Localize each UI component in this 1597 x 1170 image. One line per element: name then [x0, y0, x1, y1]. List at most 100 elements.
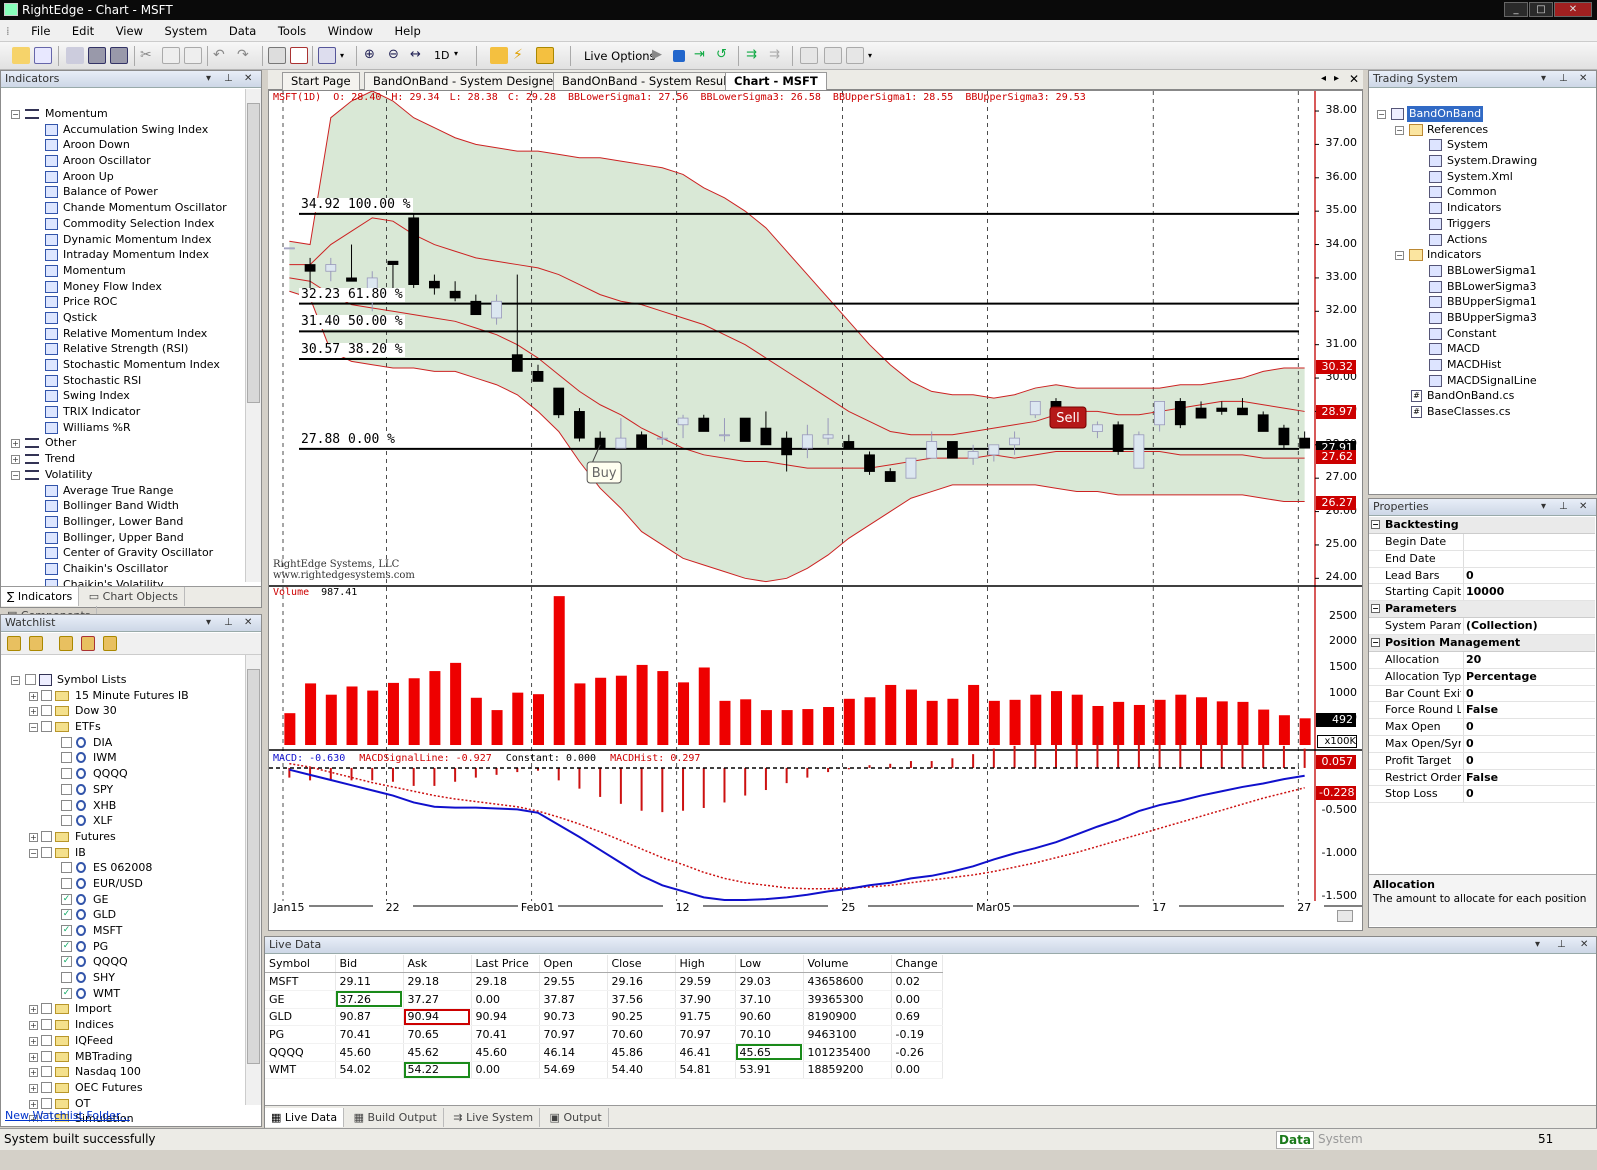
property-category[interactable]: − Position Management [1369, 634, 1595, 652]
volume-bar[interactable] [657, 671, 669, 745]
property-row[interactable]: Starting Capita 10000 [1369, 584, 1595, 602]
property-row[interactable]: Restrict Orders False [1369, 769, 1595, 787]
candle[interactable] [905, 457, 917, 479]
tab-close-icon[interactable]: ✕ [1349, 72, 1359, 86]
candle[interactable] [553, 387, 565, 416]
indicator-group[interactable]: − Momentum [1, 106, 245, 122]
indicator-item[interactable]: Aroon Oscillator [1, 153, 245, 169]
symbol-checkbox[interactable]: ✓ [61, 956, 72, 968]
candle[interactable] [615, 437, 627, 449]
symbol-checkbox[interactable] [61, 752, 72, 764]
save-icon[interactable] [66, 47, 84, 64]
panel-dropdown-icon[interactable]: ▾ [206, 615, 211, 631]
expand-icon[interactable]: + [29, 1036, 38, 1046]
system-tree-item[interactable]: System [1369, 137, 1596, 153]
new-watchlist-folder-link[interactable]: New Watchlist Folder... [5, 1109, 130, 1122]
indicator-item[interactable]: Bollinger Band Width [1, 498, 245, 514]
candle[interactable] [304, 264, 316, 272]
property-row[interactable]: Lead Bars 0 [1369, 567, 1595, 585]
volume-bar[interactable] [450, 662, 462, 745]
new-icon[interactable] [12, 47, 30, 64]
system-tree-item[interactable]: BBUpperSigma3 [1369, 310, 1596, 326]
expand-icon[interactable]: + [29, 1005, 38, 1015]
property-value[interactable] [1463, 550, 1466, 567]
collapse-icon[interactable]: − [11, 676, 20, 685]
system-tree-item[interactable]: BBUpperSigma1 [1369, 294, 1596, 310]
system-tree-item[interactable]: Actions [1369, 232, 1596, 248]
indicator-item[interactable]: Center of Gravity Oscillator [1, 545, 245, 561]
stop-icon[interactable] [673, 50, 685, 62]
symbol-checkbox[interactable] [61, 799, 72, 811]
watchlist-folder[interactable]: + Nasdaq 100 [1, 1064, 245, 1080]
print-preview-icon[interactable] [290, 47, 308, 64]
add-symbol-icon[interactable] [7, 636, 21, 651]
watchlist-symbol[interactable]: IWM [1, 750, 245, 766]
candle[interactable] [926, 441, 938, 459]
trigger-icon[interactable]: ⚡ [513, 47, 531, 64]
candle[interactable] [801, 434, 813, 449]
volume-bar[interactable] [678, 682, 690, 745]
watchlist-folder[interactable]: + OEC Futures [1, 1080, 245, 1096]
symbol-checkbox[interactable] [61, 783, 72, 795]
checkbox[interactable] [41, 705, 52, 717]
candle[interactable] [739, 417, 751, 442]
tab-system-results[interactable]: BandOnBand - System Results [553, 72, 746, 90]
candle[interactable] [1237, 407, 1248, 416]
watchlist-folder[interactable]: + Import [1, 1001, 245, 1017]
candle[interactable] [1029, 401, 1041, 416]
expand-icon[interactable]: + [29, 707, 38, 717]
data-status-indicator[interactable]: Data [1276, 1131, 1314, 1149]
volume-bar[interactable] [1237, 701, 1249, 745]
table-row[interactable]: MSFT 29.11 29.18 29.18 29.55 29.16 29.59 29.03 4… [265, 972, 943, 991]
symbol-checkbox[interactable] [61, 862, 72, 874]
property-value[interactable]: 0 [1463, 786, 1474, 803]
collapse-icon[interactable]: − [11, 110, 20, 119]
property-row[interactable]: System Parame(Collection) [1369, 618, 1595, 635]
collapse-icon[interactable]: − [1371, 520, 1380, 529]
refresh-icon[interactable]: ↺ [716, 47, 734, 64]
candle[interactable] [822, 434, 834, 439]
collapse-icon[interactable]: − [1377, 110, 1386, 119]
watchlist-folder[interactable]: + Futures [1, 829, 245, 845]
expand-icon[interactable]: + [11, 455, 20, 465]
checkbox[interactable] [41, 1066, 52, 1078]
tab-indicators[interactable]: ∑ Indicators [1, 587, 80, 606]
property-row[interactable]: Stop Loss 0 [1369, 786, 1595, 804]
add-list-icon[interactable] [29, 636, 43, 651]
chart-scrollbar-thumb[interactable] [1337, 910, 1353, 922]
candle[interactable] [511, 354, 523, 372]
watchlist-folder[interactable]: − IB [1, 845, 245, 861]
property-value[interactable] [1463, 534, 1466, 550]
collapse-icon[interactable]: − [1371, 637, 1380, 647]
candle[interactable] [1299, 437, 1311, 449]
watchlist-folder[interactable]: +15 Minute Futures IB [1, 688, 245, 704]
checkbox[interactable] [41, 689, 52, 701]
watchlist-symbol[interactable]: ✓ QQQQ [1, 954, 245, 970]
chart-svg[interactable]: Buy Sell [269, 91, 1362, 930]
property-row[interactable]: Allocation Type Percentage [1369, 668, 1595, 686]
volume-bar[interactable] [1009, 699, 1021, 745]
watchlist-symbol[interactable]: ✓ GE [1, 892, 245, 908]
checkbox[interactable] [25, 674, 36, 685]
table-row[interactable]: WMT 54.02 54.22 0.00 54.69 54.40 54.81 53.91 188… [265, 1061, 943, 1080]
candle[interactable] [947, 441, 958, 459]
volume-bar[interactable] [512, 692, 524, 745]
property-row[interactable]: Begin Date [1369, 534, 1595, 551]
print-icon[interactable] [268, 47, 286, 64]
volume-bar[interactable] [781, 710, 793, 745]
volume-bar[interactable] [947, 698, 959, 745]
volume-bar[interactable] [823, 707, 835, 745]
panel-close-icon[interactable]: ✕ [1579, 71, 1587, 87]
expand-icon[interactable]: + [29, 1099, 38, 1109]
indicator-item[interactable]: Dynamic Momentum Index [1, 232, 245, 248]
property-row[interactable]: Max Open 0 [1369, 719, 1595, 736]
volume-bar[interactable] [719, 700, 731, 745]
tab-chart-msft[interactable]: Chart - MSFT [725, 72, 827, 90]
system-group[interactable]: − Indicators [1369, 247, 1596, 263]
collapse-icon[interactable]: − [29, 848, 38, 858]
optimize-icon[interactable]: ⇉ [769, 47, 787, 64]
candle[interactable] [387, 260, 399, 265]
property-category[interactable]: − Parameters [1369, 601, 1595, 619]
volume-bar[interactable] [1278, 715, 1290, 745]
watchlist-scrollbar[interactable] [245, 655, 261, 1105]
